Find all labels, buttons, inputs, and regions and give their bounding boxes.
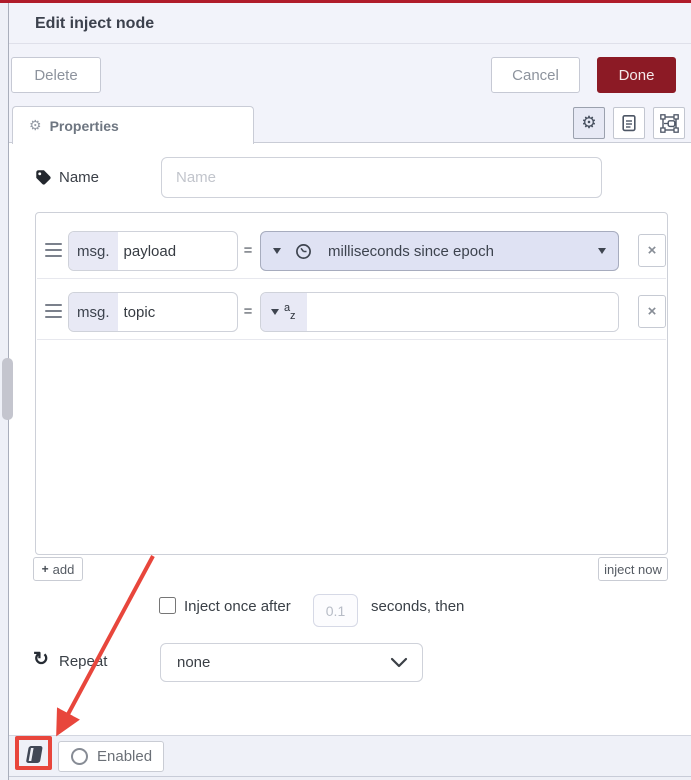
delete-rule-button[interactable]: × — [638, 295, 666, 328]
dropdown-caret-icon — [273, 248, 281, 254]
gear-icon: ⚙ — [581, 113, 597, 132]
chevron-down-icon — [390, 657, 408, 668]
circle-toggle-icon — [71, 748, 88, 765]
enabled-toggle-button[interactable]: Enabled — [58, 741, 164, 772]
rule-property-input[interactable]: msg. — [68, 231, 238, 271]
repeat-icon: ↻ — [33, 649, 49, 670]
string-type-icon: a z — [284, 302, 296, 322]
tag-icon — [36, 169, 51, 185]
drag-handle-icon[interactable] — [45, 304, 62, 318]
repeat-selected-value: none — [177, 654, 211, 671]
name-field-label: Name — [35, 157, 99, 197]
tab-properties-label: Properties — [49, 117, 119, 134]
inject-once-checkbox[interactable] — [159, 597, 176, 614]
rules-list: msg. = milliseconds since epoch × msg. = — [35, 212, 668, 555]
plus-icon: + — [41, 562, 49, 576]
cancel-button[interactable]: Cancel — [491, 57, 580, 93]
repeat-select[interactable]: none — [160, 643, 423, 682]
equals-sign: = — [243, 302, 253, 320]
dropdown-caret-icon — [271, 309, 279, 315]
topic-value-input[interactable] — [307, 293, 618, 331]
delete-rule-button[interactable]: × — [638, 234, 666, 267]
rule-separator — [37, 339, 666, 340]
top-red-bar — [0, 0, 691, 3]
property-name-input[interactable] — [117, 293, 237, 331]
type-select-button[interactable]: a z — [261, 293, 307, 331]
rule-separator — [37, 278, 666, 279]
name-input[interactable] — [161, 157, 602, 198]
scrollbar-thumb[interactable] — [2, 358, 13, 420]
clock-icon — [296, 243, 311, 259]
tab-properties[interactable]: ⚙ Properties — [12, 106, 254, 144]
property-name-input[interactable] — [117, 232, 237, 270]
repeat-label: Repeat — [59, 653, 108, 670]
msg-prefix: msg. — [69, 293, 118, 331]
enabled-label: Enabled — [97, 748, 153, 765]
inject-once-label-after: seconds, then — [371, 598, 465, 615]
topic-typed-input[interactable]: a z — [260, 292, 619, 332]
inject-once-seconds-input[interactable] — [313, 594, 358, 627]
node-red-edit-dialog: Edit inject node Delete Cancel Done ⚙ Pr… — [0, 0, 691, 780]
tab-button-description[interactable] — [613, 107, 645, 139]
payload-type-value: milliseconds since epoch — [328, 242, 494, 260]
inject-once-label: Inject once after — [184, 598, 291, 615]
delete-button[interactable]: Delete — [11, 57, 101, 93]
gear-icon: ⚙ — [29, 117, 42, 133]
dialog-title: Edit inject node — [35, 15, 155, 32]
msg-prefix: msg. — [69, 232, 118, 270]
payload-type-dropdown[interactable]: milliseconds since epoch — [260, 231, 619, 271]
dialog-toolbar — [9, 44, 691, 106]
tab-button-properties[interactable]: ⚙ — [573, 107, 605, 139]
docs-button[interactable] — [20, 742, 48, 767]
tab-button-appearance[interactable] — [653, 107, 685, 139]
done-button[interactable]: Done — [597, 57, 676, 93]
equals-sign: = — [243, 241, 253, 259]
inject-now-button[interactable]: inject now — [598, 557, 668, 581]
book-icon — [26, 746, 43, 763]
add-rule-button[interactable]: + add — [33, 557, 83, 581]
appearance-icon — [659, 113, 679, 133]
rule-property-input[interactable]: msg. — [68, 292, 238, 332]
dropdown-caret-icon — [598, 248, 606, 254]
document-icon — [622, 114, 636, 132]
drag-handle-icon[interactable] — [45, 243, 62, 257]
